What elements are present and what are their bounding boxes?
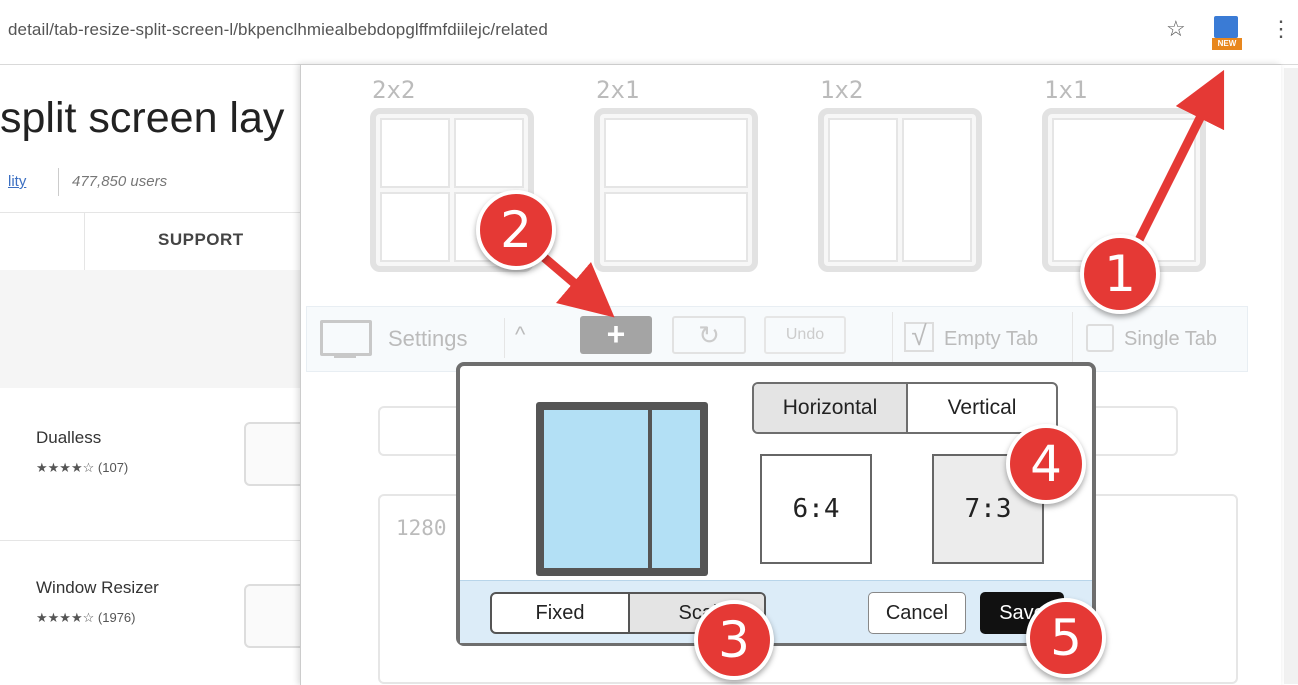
divider — [84, 212, 85, 270]
orientation-toggle[interactable]: Horizontal Vertical — [752, 382, 1058, 434]
bookmark-star-icon[interactable]: ☆ — [1166, 16, 1186, 42]
single-tab-label: Single Tab — [1124, 328, 1218, 350]
rating-count: (1976) — [97, 610, 136, 625]
browser-menu-icon[interactable]: ⋮ — [1270, 16, 1292, 42]
add-layout-button[interactable]: + — [580, 316, 652, 354]
layout-preview — [536, 402, 708, 576]
related-item-rating: ★★★★☆ (1976) — [36, 610, 135, 626]
cancel-button[interactable]: Cancel — [868, 592, 966, 634]
preview-pane-right — [652, 410, 700, 568]
layout-label: 2x1 — [596, 76, 640, 104]
layout-pane — [604, 192, 748, 262]
layout-label: 1x2 — [820, 76, 864, 104]
fixed-option[interactable]: Fixed — [492, 594, 628, 632]
collapse-settings-button[interactable]: ^ — [504, 318, 551, 358]
divider — [1072, 312, 1073, 364]
step-1-badge: 1 — [1080, 234, 1160, 314]
refresh-button[interactable]: ↻ — [672, 316, 746, 354]
related-item-rating: ★★★★☆ (107) — [36, 460, 128, 476]
layout-pane — [454, 118, 524, 188]
layout-pane — [902, 118, 972, 262]
tab-support[interactable]: SUPPORT — [158, 230, 244, 250]
resize-icon — [1214, 16, 1238, 38]
resolution-text: 1280 — [396, 516, 447, 540]
related-item-name[interactable]: Dualless — [36, 428, 101, 448]
empty-tab-label: Empty Tab — [944, 328, 1039, 350]
undo-button[interactable]: Undo — [764, 316, 846, 354]
empty-tab-checkbox[interactable]: √ — [904, 322, 934, 352]
user-count: 477,850 users — [72, 173, 168, 190]
layout-1x2-option[interactable] — [818, 108, 982, 272]
step-5-badge: 5 — [1026, 598, 1106, 678]
single-tab-checkbox[interactable] — [1086, 324, 1114, 352]
step-4-badge: 4 — [1006, 424, 1086, 504]
url-text[interactable]: detail/tab-resize-split-screen-l/bkpencl… — [8, 20, 548, 40]
divider — [58, 168, 59, 196]
category-link[interactable]: lity — [8, 173, 26, 190]
monitor-stand — [334, 354, 356, 358]
page-scrollbar[interactable] — [1284, 68, 1298, 684]
horizontal-option[interactable]: Horizontal — [754, 384, 908, 432]
divider — [0, 212, 300, 213]
layout-pane — [604, 118, 748, 188]
divider — [0, 540, 300, 541]
layout-label: 2x2 — [372, 76, 416, 104]
layout-pane — [828, 118, 898, 262]
chevron-up-icon: ^ — [515, 322, 526, 347]
layout-pane — [380, 192, 450, 262]
settings-label[interactable]: Settings — [388, 326, 468, 352]
rating-stars: ★★★★☆ — [36, 610, 95, 625]
step-3-badge: 3 — [694, 600, 774, 680]
extension-title: split screen lay — [0, 94, 285, 142]
layout-label: 1x1 — [1044, 76, 1088, 104]
monitor-icon — [320, 320, 372, 356]
layout-2x1-option[interactable] — [594, 108, 758, 272]
divider — [892, 312, 893, 364]
puzzle-piece-icon[interactable] — [244, 422, 308, 486]
ratio-6-4-option[interactable]: 6:4 — [760, 454, 872, 564]
new-badge: NEW — [1212, 38, 1242, 50]
step-2-badge: 2 — [476, 190, 556, 270]
rating-stars: ★★★★☆ — [36, 460, 95, 475]
puzzle-piece-icon[interactable] — [244, 584, 308, 648]
tab-resize-extension-icon[interactable]: NEW — [1212, 16, 1242, 54]
preview-pane-left — [544, 410, 648, 568]
layout-pane — [380, 118, 450, 188]
related-item-name[interactable]: Window Resizer — [36, 578, 159, 598]
rating-count: (107) — [97, 460, 129, 475]
section-band — [0, 270, 300, 388]
